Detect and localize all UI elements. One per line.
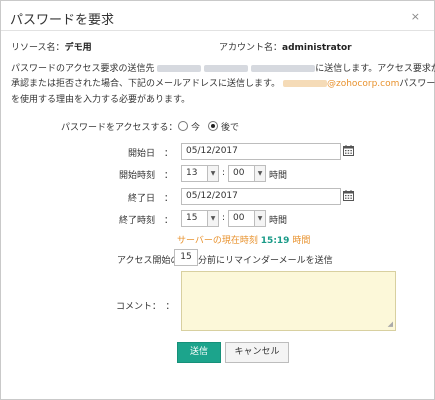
description-text: 承認または拒否された場合、下記のメールアドレスに送信します。 [11,79,281,89]
end-date-label: 終了日 ： [127,194,173,204]
send-button[interactable]: 送信 [177,342,221,363]
start-date-label: 開始日 ： [127,149,173,159]
redacted-name [204,65,249,72]
comment-textarea[interactable]: ◢ [181,271,396,331]
reminder-prefix: アクセス開始の [117,256,180,266]
access-label: パスワードをアクセスする： [61,123,178,133]
start-time-label: 開始時刻 ： [118,171,173,181]
description-text: パスワード [399,79,435,89]
access-option-later[interactable]: 後で [208,120,239,133]
redacted-name [251,65,316,72]
calendar-icon[interactable] [343,145,354,156]
radio-later[interactable] [208,121,218,131]
start-hour-value: 13 [186,168,198,178]
time-separator: : [222,213,226,223]
account-value: administrator [282,43,352,53]
chevron-down-icon[interactable]: ▼ [254,166,265,181]
reminder-minutes-input[interactable]: 15 [174,249,198,266]
time-separator: : [222,168,226,178]
account-label: アカウント名： [219,43,283,53]
server-time: サーバーの現在時刻 15:19 時間 [177,233,310,246]
resource-info: リソース名：デモ用 [11,40,92,53]
start-hour-select[interactable]: 13 ▼ [181,165,219,182]
request-password-dialog: パスワードを要求 × リソース名：デモ用 アカウント名：administrato… [0,0,435,400]
end-hour-value: 15 [186,213,198,223]
server-time-unit: 時間 [292,236,311,246]
cancel-button[interactable]: キャンセル [225,342,289,363]
description-line-1: パスワードのアクセス要求の送信先 に送信します。アクセス要求が [11,61,435,74]
description-line-3: を使用する理由を入力する必要があります。 [11,95,191,105]
resize-grip-icon[interactable]: ◢ [388,320,393,328]
dialog-title: パスワードを要求 [10,13,115,28]
start-minute-select[interactable]: 00 ▼ [228,165,266,182]
header-divider [1,30,434,31]
redacted-email [282,80,327,87]
chevron-down-icon[interactable]: ▼ [207,166,218,181]
access-option-now[interactable]: 今 [178,120,200,133]
description-line-2: 承認または拒否された場合、下記のメールアドレスに送信します。 @zohocorp… [11,76,435,89]
end-time-label: 終了時刻 ： [118,216,173,226]
end-date-input[interactable]: 05/12/2017 [181,188,341,205]
close-icon[interactable]: × [411,10,420,23]
reminder-suffix: 分前にリマインダーメールを送信 [198,256,333,266]
server-time-label: サーバーの現在時刻 [177,236,258,246]
end-minute-value: 00 [233,213,245,223]
start-date-input[interactable]: 05/12/2017 [181,143,341,160]
end-time-unit: 時間 [269,216,288,226]
option-now-label: 今 [191,123,201,133]
end-hour-select[interactable]: 15 ▼ [181,210,219,227]
chevron-down-icon[interactable]: ▼ [254,211,265,226]
email-domain: @zohocorp.com [326,79,400,89]
end-minute-select[interactable]: 00 ▼ [228,210,266,227]
resource-label: リソース名： [11,43,65,53]
resource-value: デモ用 [64,43,92,53]
server-time-value: 15:19 [260,236,290,246]
start-time-unit: 時間 [269,171,288,181]
option-later-label: 後で [221,123,240,133]
redacted-name [157,65,202,72]
start-minute-value: 00 [233,168,245,178]
description-text: に送信します。アクセス要求が [315,64,435,74]
radio-now[interactable] [178,121,188,131]
comment-label: コメント： ： [116,302,175,312]
description-text: パスワードのアクセス要求の送信先 [11,64,155,74]
calendar-icon[interactable] [343,190,354,201]
chevron-down-icon[interactable]: ▼ [207,211,218,226]
account-info: アカウント名：administrator [219,40,352,53]
